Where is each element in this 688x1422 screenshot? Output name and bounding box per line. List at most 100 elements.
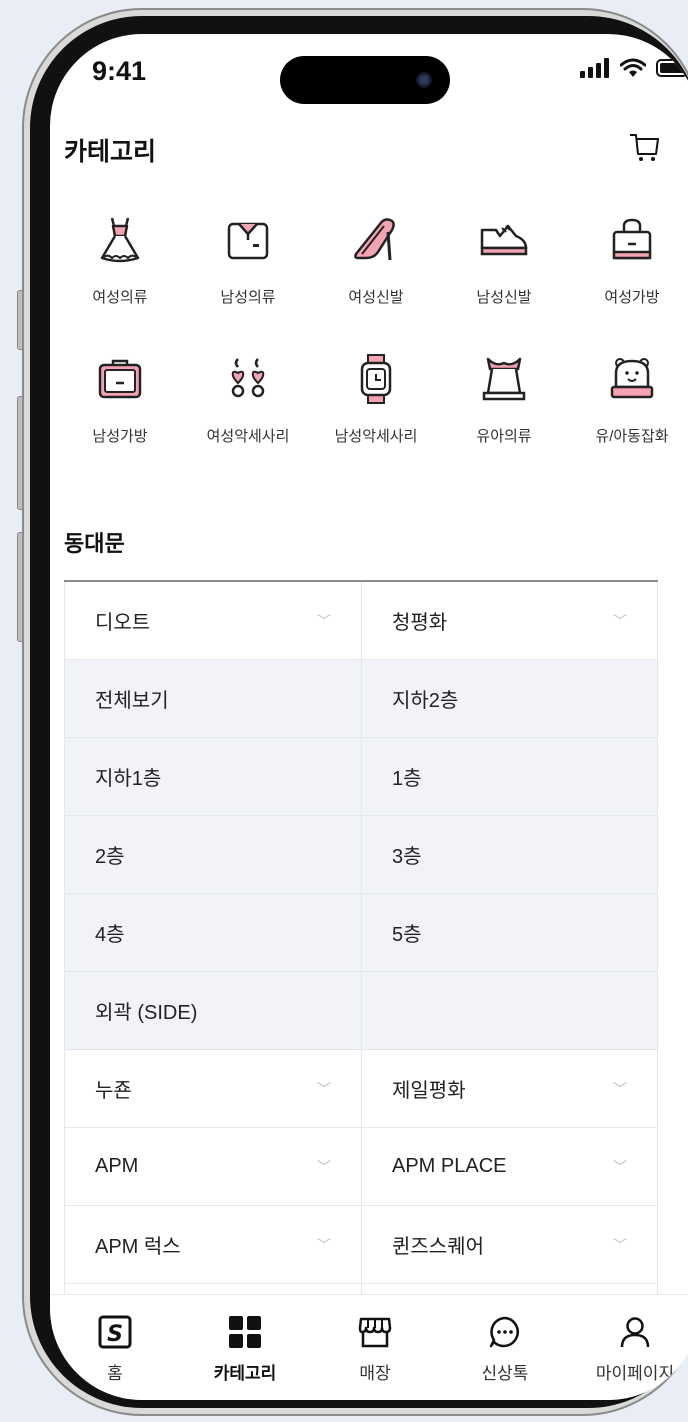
floor-label: 1층 (392, 768, 422, 790)
svg-text:S: S (107, 1322, 123, 1347)
category-label: 남성신발 (476, 289, 532, 306)
floor-item[interactable]: 2층 (64, 816, 361, 893)
floor-item[interactable]: 지하1층 (64, 738, 361, 815)
category-item[interactable]: 여성신발 (312, 214, 440, 307)
floor-label: 외곽 (SIDE) (95, 1002, 198, 1024)
market-dropdown[interactable]: 퀸즈스퀘어 ﹀ (361, 1206, 658, 1283)
home-logo-icon: S (98, 1315, 132, 1349)
tab-home[interactable]: S 홈 (50, 1295, 180, 1400)
table-row: 외곽 (SIDE) (64, 972, 658, 1050)
table-row: 전체보기 지하2층 (64, 660, 658, 738)
status-icons (580, 58, 688, 78)
category-item[interactable]: 유/아동잡화 (568, 353, 688, 446)
floor-item[interactable]: 1층 (361, 738, 658, 815)
section-title: 동대문 (64, 531, 125, 556)
table-row: APM 럭스 ﹀ 퀸즈스퀘어 ﹀ (64, 1206, 658, 1284)
market-dropdown[interactable]: 누죤 ﹀ (64, 1050, 361, 1127)
phone-screen: 9:41 카테고리 여성의류 남성의류 여성신발 남성신발 여성가방 남성가방 … (50, 34, 688, 1400)
floor-item[interactable]: 외곽 (SIDE) (64, 972, 361, 1049)
floor-item[interactable]: 4층 (64, 894, 361, 971)
market-label: 청평화 (392, 612, 448, 634)
tab-label: 홈 (107, 1364, 123, 1383)
floor-label: 지하2층 (392, 690, 459, 712)
baby-clothes-icon (482, 357, 526, 401)
market-dropdown[interactable]: APM 럭스 ﹀ (64, 1206, 361, 1283)
tab-category[interactable]: 카테고리 (180, 1295, 310, 1400)
floor-label: 3층 (392, 846, 422, 868)
floor-label: 4층 (95, 924, 125, 946)
table-row: 디오트 ﹀ 청평화 ﹀ (64, 582, 658, 660)
floor-label: 5층 (392, 924, 422, 946)
chevron-down-icon: ﹀ (317, 1158, 331, 1175)
chevron-down-icon: ﹀ (613, 1080, 627, 1097)
floor-item[interactable]: 3층 (361, 816, 658, 893)
page-title: 카테고리 (64, 138, 157, 166)
tab-label: 마이페이지 (595, 1364, 675, 1383)
floor-label: 전체보기 (95, 690, 169, 712)
cart-button[interactable] (628, 130, 662, 169)
bottom-tab-bar: S 홈 카테고리 매장 신상톡 마이페이지 (50, 1294, 688, 1400)
tab-label: 신상톡 (481, 1364, 529, 1383)
tab-label: 매장 (359, 1364, 391, 1383)
tab-store[interactable]: 매장 (310, 1295, 440, 1400)
market-label: 퀸즈스퀘어 (392, 1236, 484, 1258)
earring-icon (231, 358, 265, 398)
market-label: 제일평화 (392, 1080, 466, 1102)
market-dropdown[interactable]: 청평화 ﹀ (361, 582, 658, 659)
market-dropdown[interactable]: 제일평화 ﹀ (361, 1050, 658, 1127)
grid-icon (229, 1316, 261, 1348)
signal-icon (580, 58, 609, 78)
category-item[interactable]: 유아의류 (440, 353, 568, 446)
chevron-down-icon: ﹀ (317, 1080, 331, 1097)
chat-icon (489, 1316, 519, 1348)
battery-icon (656, 59, 688, 77)
briefcase-icon (98, 359, 142, 399)
market-label: 디오트 (95, 612, 151, 634)
tab-chat[interactable]: 신상톡 (440, 1295, 570, 1400)
floor-label: 지하1층 (95, 768, 162, 790)
category-label: 여성신발 (348, 289, 404, 306)
category-label: 남성가방 (92, 428, 148, 445)
category-item[interactable]: 남성의류 (184, 214, 312, 307)
category-label: 여성의류 (92, 289, 148, 306)
tab-mypage[interactable]: 마이페이지 (570, 1295, 688, 1400)
handbag-icon (612, 218, 652, 260)
floor-label: 2층 (95, 846, 125, 868)
category-label: 남성의류 (220, 289, 276, 306)
category-item[interactable]: 남성가방 (56, 353, 184, 446)
category-item[interactable]: 여성의류 (56, 214, 184, 307)
category-item[interactable]: 여성악세사리 (184, 353, 312, 446)
chevron-down-icon: ﹀ (613, 1236, 627, 1253)
camera-icon (416, 72, 432, 88)
floor-item[interactable]: 지하2층 (361, 660, 658, 737)
category-label: 유/아동잡화 (595, 428, 669, 445)
market-label: APM (95, 1155, 139, 1177)
category-item[interactable]: 여성가방 (568, 214, 688, 307)
wifi-icon (620, 58, 646, 77)
table-row: 4층 5층 (64, 894, 658, 972)
category-grid: 여성의류 남성의류 여성신발 남성신발 여성가방 남성가방 여성악세사리 남성악… (56, 214, 688, 446)
table-row: 누죤 ﹀ 제일평화 ﹀ (64, 1050, 658, 1128)
watch-icon (360, 354, 392, 404)
category-item[interactable]: 남성신발 (440, 214, 568, 307)
category-label: 여성가방 (604, 289, 660, 306)
table-row: APM ﹀ APM PLACE ﹀ (64, 1128, 658, 1206)
chevron-down-icon: ﹀ (317, 612, 331, 629)
category-label: 여성악세사리 (206, 428, 290, 445)
cart-icon (630, 134, 659, 161)
floor-item[interactable]: 전체보기 (64, 660, 361, 737)
market-dropdown[interactable]: 디오트 ﹀ (64, 582, 361, 659)
dynamic-island (280, 56, 450, 104)
market-label: APM PLACE (392, 1155, 507, 1177)
tab-label: 카테고리 (213, 1364, 277, 1383)
heel-icon (354, 218, 395, 261)
market-dropdown[interactable]: APM ﹀ (64, 1128, 361, 1205)
chevron-down-icon: ﹀ (613, 1158, 627, 1175)
chevron-down-icon: ﹀ (613, 612, 627, 629)
floor-item[interactable]: 5층 (361, 894, 658, 971)
sneaker-icon (480, 224, 528, 256)
market-table: 디오트 ﹀ 청평화 ﹀ 전체보기 지하2층 지하1층 1층 2층 3층 4층 5층 … (64, 580, 658, 1362)
market-dropdown[interactable]: APM PLACE ﹀ (361, 1128, 658, 1205)
dress-icon (100, 217, 140, 263)
category-item[interactable]: 남성악세사리 (312, 353, 440, 446)
